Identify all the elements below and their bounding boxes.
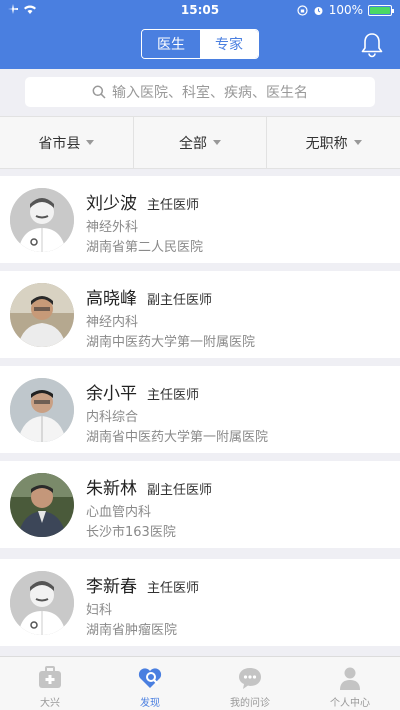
rotation-lock-icon bbox=[297, 4, 308, 16]
doctor-name: 高晓峰 bbox=[86, 289, 137, 309]
doctor-name: 刘少波 bbox=[86, 194, 137, 214]
battery-icon bbox=[368, 4, 394, 16]
avatar bbox=[10, 473, 74, 537]
filter-title-label: 无职称 bbox=[305, 135, 348, 152]
tab-my-consultation-label: 我的问诊 bbox=[230, 698, 270, 709]
doctor-title: 主任医师 bbox=[147, 198, 200, 213]
app-header: 15:05 100% 医生 专家 bbox=[0, 0, 400, 69]
filter-category-label: 全部 bbox=[179, 135, 207, 152]
tab-my-consultation[interactable]: 我的问诊 bbox=[200, 657, 300, 710]
filter-category[interactable]: 全部 bbox=[134, 117, 268, 168]
status-right: 100% bbox=[297, 3, 394, 17]
doctor-name-row: 李新春 主任医师 bbox=[86, 572, 199, 597]
search-bar-area: 输入医院、科室、疾病、医生名 bbox=[0, 69, 400, 115]
doctor-title: 副主任医师 bbox=[147, 483, 213, 498]
doctor-hospital: 长沙市163医院 bbox=[86, 525, 176, 540]
caret-down-icon bbox=[86, 140, 95, 145]
doctor-name-row: 高晓峰 副主任医师 bbox=[86, 284, 212, 309]
doctor-name-row: 余小平 主任医师 bbox=[86, 379, 199, 404]
doctor-card[interactable]: 朱新林 副主任医师 心血管内科 长沙市163医院 bbox=[0, 461, 400, 548]
user-icon bbox=[340, 667, 360, 690]
doctor-expert-switch: 医生 专家 bbox=[141, 29, 259, 59]
tab-daxing[interactable]: 大兴 bbox=[0, 657, 100, 710]
doctor-card[interactable]: 高晓峰 副主任医师 神经内科 湖南中医药大学第一附属医院 bbox=[0, 271, 400, 358]
tab-expert[interactable]: 专家 bbox=[200, 30, 258, 58]
doctor-department: 妇科 bbox=[86, 603, 113, 618]
avatar bbox=[10, 188, 74, 252]
tab-profile-label: 个人中心 bbox=[330, 698, 370, 709]
tab-discover-label: 发现 bbox=[140, 698, 160, 709]
doctor-card[interactable]: 余小平 主任医师 内科综合 湖南省中医药大学第一附属医院 bbox=[0, 366, 400, 453]
avatar bbox=[10, 283, 74, 347]
caret-down-icon bbox=[213, 140, 221, 145]
filter-region[interactable]: 省市县 bbox=[0, 117, 134, 168]
doctor-title: 主任医师 bbox=[147, 581, 200, 596]
alarm-icon bbox=[314, 6, 323, 15]
doctor-hospital: 湖南省肿瘤医院 bbox=[86, 623, 178, 638]
doctor-name-row: 朱新林 副主任医师 bbox=[86, 474, 212, 499]
tab-profile[interactable]: 个人中心 bbox=[300, 657, 400, 710]
avatar bbox=[10, 571, 74, 635]
tab-daxing-label: 大兴 bbox=[40, 698, 60, 709]
bell-icon[interactable] bbox=[360, 32, 384, 58]
tab-doctor[interactable]: 医生 bbox=[142, 30, 200, 58]
filter-title[interactable]: 无职称 bbox=[267, 117, 400, 168]
doctor-department: 神经外科 bbox=[86, 220, 139, 235]
doctor-card[interactable]: 李新春 主任医师 妇科 湖南省肿瘤医院 bbox=[0, 559, 400, 646]
search-icon bbox=[92, 85, 106, 99]
doctor-department: 心血管内科 bbox=[86, 505, 152, 520]
doctor-hospital: 湖南省第二人民医院 bbox=[86, 240, 204, 255]
doctor-name: 李新春 bbox=[86, 577, 137, 597]
doctor-card[interactable]: 刘少波 主任医师 神经外科 湖南省第二人民医院 bbox=[0, 176, 400, 263]
doctor-department: 内科综合 bbox=[86, 410, 139, 425]
doctor-name-row: 刘少波 主任医师 bbox=[86, 189, 199, 214]
filter-bar: 省市县 全部 无职称 bbox=[0, 116, 400, 169]
doctor-hospital: 湖南省中医药大学第一附属医院 bbox=[86, 430, 269, 445]
doctor-title: 主任医师 bbox=[147, 388, 200, 403]
battery-level bbox=[370, 6, 390, 14]
discover-icon bbox=[138, 668, 162, 688]
doctor-name: 余小平 bbox=[86, 384, 137, 404]
battery-percent: 100% bbox=[328, 3, 363, 17]
status-bar: 15:05 100% bbox=[0, 0, 400, 22]
bottom-tab-bar: 大兴 发现 我的问诊 个人中心 bbox=[0, 656, 400, 710]
tab-discover[interactable]: 发现 bbox=[100, 657, 200, 710]
caret-down-icon bbox=[353, 140, 362, 145]
search-input[interactable]: 输入医院、科室、疾病、医生名 bbox=[25, 77, 375, 107]
search-placeholder: 输入医院、科室、疾病、医生名 bbox=[112, 85, 308, 101]
doctor-name: 朱新林 bbox=[86, 479, 137, 499]
doctor-title: 副主任医师 bbox=[147, 293, 213, 308]
chat-icon bbox=[239, 668, 261, 689]
avatar bbox=[10, 378, 74, 442]
doctor-hospital: 湖南中医药大学第一附属医院 bbox=[86, 335, 256, 350]
medkit-icon bbox=[39, 666, 61, 688]
doctor-department: 神经内科 bbox=[86, 315, 139, 330]
filter-region-label: 省市县 bbox=[38, 135, 81, 152]
